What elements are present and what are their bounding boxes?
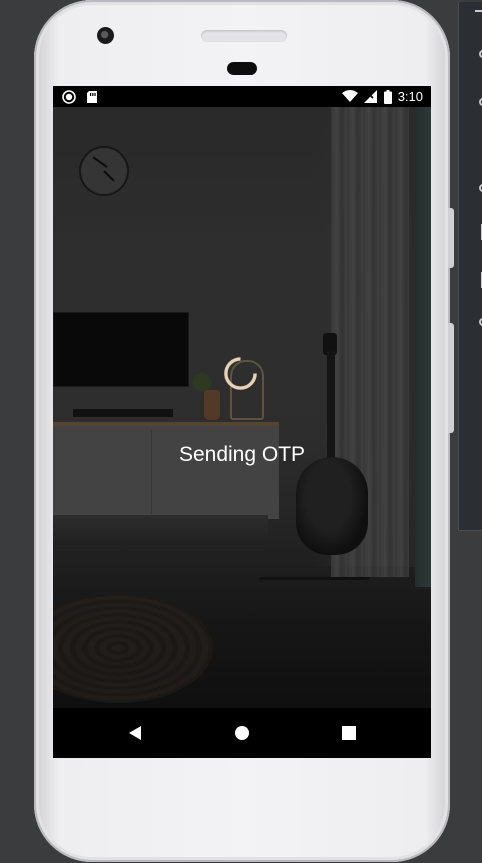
back-icon bbox=[129, 726, 141, 740]
recents-icon bbox=[342, 726, 356, 740]
phone-screen: 3:10 Sending OTP bbox=[53, 86, 431, 758]
front-camera bbox=[97, 27, 114, 44]
power-button[interactable] bbox=[448, 323, 454, 433]
minimize-icon[interactable] bbox=[475, 10, 482, 12]
emulator-toolbar bbox=[458, 2, 482, 531]
status-time: 3:10 bbox=[397, 89, 423, 104]
loading-spinner-icon bbox=[224, 357, 257, 390]
battery-icon bbox=[383, 89, 392, 104]
loading-message: Sending OTP bbox=[178, 443, 306, 466]
home-icon bbox=[235, 726, 249, 740]
earpiece bbox=[227, 62, 257, 75]
back-button[interactable] bbox=[123, 721, 147, 745]
signal-icon bbox=[363, 90, 377, 103]
navigation-bar bbox=[53, 708, 431, 758]
home-button[interactable] bbox=[230, 721, 254, 745]
sd-card-icon bbox=[87, 91, 97, 103]
dim-overlay bbox=[53, 107, 431, 708]
volume-button[interactable] bbox=[448, 208, 454, 268]
top-speaker bbox=[201, 30, 287, 42]
recents-button[interactable] bbox=[337, 721, 361, 745]
status-bar: 3:10 bbox=[53, 86, 431, 107]
emulator-stage: 3:10 Sending OTP bbox=[0, 0, 482, 863]
wifi-icon bbox=[341, 90, 358, 102]
record-icon bbox=[62, 90, 76, 104]
